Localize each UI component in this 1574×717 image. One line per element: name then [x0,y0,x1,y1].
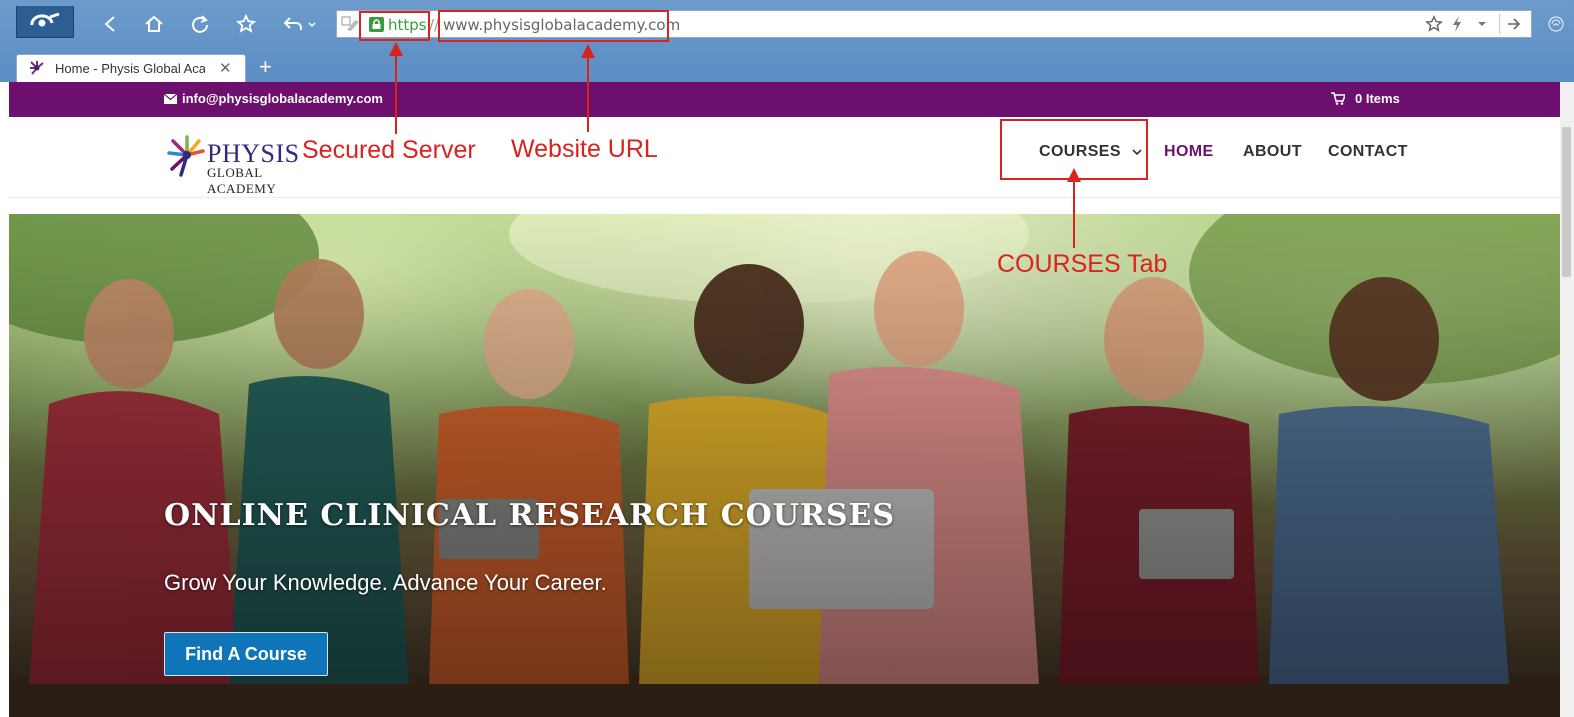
logo-flower-icon [167,135,205,177]
annotation-secured-server: Secured Server [302,136,476,164]
topbar-email-link[interactable]: info@physisglobalacademy.com [164,91,383,106]
annotation-website-url: Website URL [511,135,658,163]
lightning-icon[interactable] [1451,14,1463,34]
site-topbar: info@physisglobalacademy.com 0 Items [9,82,1560,117]
dropdown-arrow-icon[interactable] [1477,14,1487,34]
close-tab-icon[interactable]: ✕ [219,59,232,77]
nav-about[interactable]: ABOUT [1243,143,1302,161]
logo-subtitle: GLOBAL ACADEMY [207,165,277,196]
browser-chrome: https // www.physisglobalacademy.com Hom… [0,0,1574,82]
browser-tab-home[interactable]: Home - Physis Global Aca ✕ [16,54,246,82]
site-header: PHYSIS GLOBAL ACADEMY COURSES HOME ABOUT… [9,117,1560,198]
go-arrow-icon[interactable] [1499,14,1522,34]
nav-contact[interactable]: CONTACT [1328,143,1408,161]
nav-home[interactable]: HOME [1164,143,1214,161]
reload-icon[interactable] [186,10,214,38]
tab-title: Home - Physis Global Aca [55,61,205,76]
annotation-box-https [359,11,430,41]
wifi-icon[interactable] [1544,10,1568,38]
annotation-arrow-url [581,44,595,132]
bookmark-page-star-icon[interactable] [1425,14,1443,34]
envelope-icon [164,93,177,104]
back-icon[interactable] [96,10,124,38]
annotation-box-url [438,10,669,42]
home-icon[interactable] [140,10,168,38]
bookmark-star-icon[interactable] [232,10,260,38]
new-tab-plus-icon[interactable]: + [259,54,272,80]
scrollbar-thumb[interactable] [1562,127,1571,277]
shopping-cart-icon [1331,92,1345,105]
tab-strip: Home - Physis Global Aca ✕ + [0,50,1574,82]
topbar-cart-link[interactable]: 0 Items [1331,91,1400,106]
page-scrollbar[interactable] [1560,82,1574,717]
site-info-icon[interactable] [341,16,359,32]
annotation-arrow-courses [1067,168,1081,248]
hero-subtitle: Grow Your Knowledge. Advance Your Career… [164,570,607,595]
site-favicon-icon [29,60,45,76]
hero-banner: ONLINE CLINICAL RESEARCH COURSES Grow Yo… [9,214,1560,717]
cart-items-text: 0 Items [1355,91,1400,106]
undo-history-icon[interactable] [280,10,320,38]
find-a-course-button[interactable]: Find A Course [164,632,328,676]
browser-menu-logo-icon[interactable] [16,6,74,38]
annotation-courses-tab: COURSES Tab [997,250,1168,278]
annotation-arrow-secured [389,42,403,134]
topbar-email-text: info@physisglobalacademy.com [182,91,383,106]
hero-title: ONLINE CLINICAL RESEARCH COURSES [164,498,896,533]
